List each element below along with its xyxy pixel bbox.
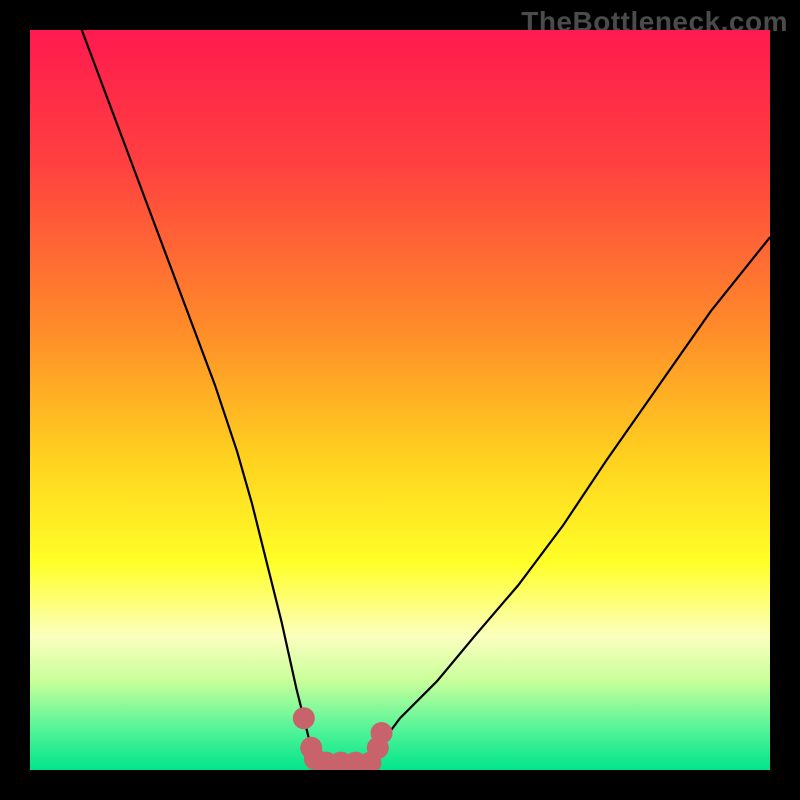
marker-dot: [293, 707, 315, 729]
marker-dot: [371, 722, 393, 744]
plot-area: [30, 30, 770, 770]
gradient-background: [30, 30, 770, 770]
bottleneck-chart: [30, 30, 770, 770]
chart-frame: TheBottleneck.com: [0, 0, 800, 800]
